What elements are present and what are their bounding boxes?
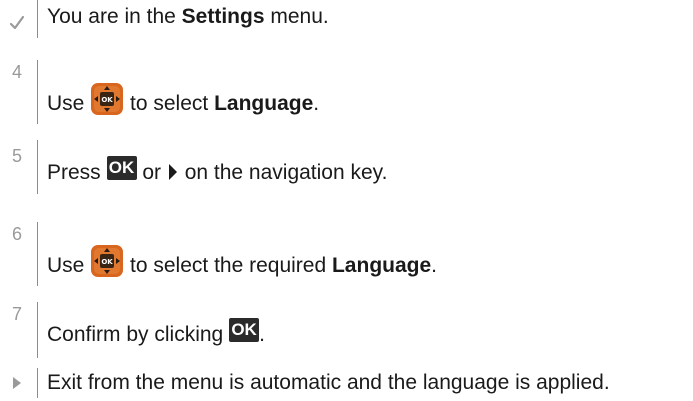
step-number: 6 xyxy=(11,224,22,244)
navigation-key-icon: OK xyxy=(90,82,124,123)
right-arrow-icon xyxy=(168,164,177,180)
step-prerequisite: You are in the Settings menu. xyxy=(0,0,693,38)
step-result: Exit from the menu is automatic and the … xyxy=(0,368,693,398)
step-number: 4 xyxy=(11,62,22,82)
step-6: 6 Use OK to select the required Language… xyxy=(0,222,693,286)
step-7: 7 Confirm by clicking OK. xyxy=(0,302,693,358)
step-divider xyxy=(37,302,38,358)
ok-key-icon: OK xyxy=(229,318,260,342)
step-text: Use OK to select Language. xyxy=(47,82,319,123)
step-divider xyxy=(37,0,38,38)
svg-text:OK: OK xyxy=(102,96,114,104)
instruction-steps: You are in the Settings menu. 4 Use OK t… xyxy=(0,0,693,401)
svg-text:OK: OK xyxy=(102,258,114,266)
step-4: 4 Use OK to select Language. xyxy=(0,60,693,124)
ok-key-icon: OK xyxy=(106,156,137,180)
checkmark-icon xyxy=(0,12,34,36)
step-text: You are in the Settings menu. xyxy=(47,5,329,28)
step-text: Exit from the menu is automatic and the … xyxy=(47,371,610,394)
step-divider xyxy=(37,368,38,398)
step-divider xyxy=(37,60,38,124)
step-text: Press OK or on the navigation key. xyxy=(47,156,388,184)
step-divider xyxy=(37,222,38,286)
navigation-key-icon: OK xyxy=(90,244,124,285)
step-number: 5 xyxy=(11,146,22,166)
step-text: Use OK to select the required Language. xyxy=(47,244,437,285)
step-text: Confirm by clicking OK. xyxy=(47,318,265,346)
step-divider xyxy=(37,140,38,194)
result-arrow-icon xyxy=(0,374,34,394)
step-number: 7 xyxy=(11,304,22,324)
step-5: 5 Press OK or on the navigation key. xyxy=(0,140,693,194)
